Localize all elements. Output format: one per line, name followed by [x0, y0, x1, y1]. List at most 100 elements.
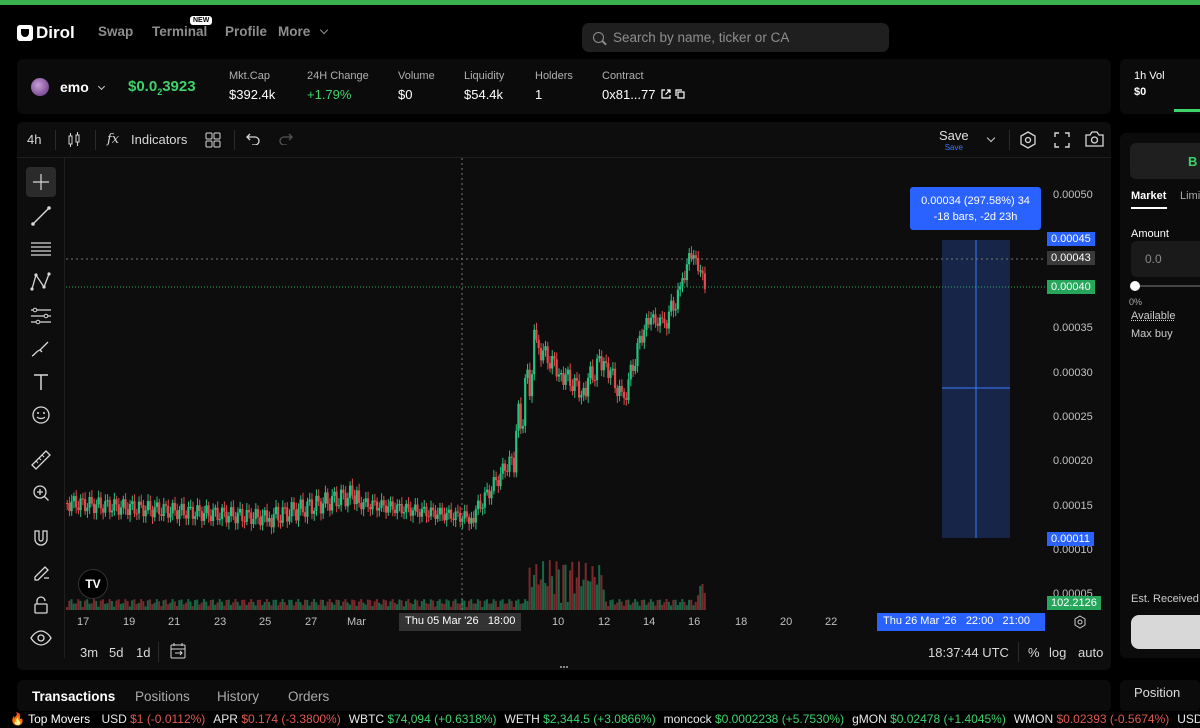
range-3m-button[interactable]: 3m: [80, 645, 98, 660]
brush-icon[interactable]: [26, 334, 56, 364]
logo[interactable]: Dirol: [17, 23, 75, 43]
nav-swap[interactable]: Swap: [98, 24, 133, 39]
amount-slider[interactable]: [1130, 281, 1200, 291]
top-nav: Dirol Swap Terminal NEW Profile More Sea…: [0, 5, 1200, 57]
nav-more[interactable]: More: [278, 24, 329, 39]
candle-body: [339, 489, 343, 506]
lock-draw-icon[interactable]: [26, 556, 56, 586]
nav-profile[interactable]: Profile: [225, 24, 267, 39]
crosshair-tool-icon[interactable]: [26, 167, 56, 197]
date-range-icon[interactable]: [169, 642, 187, 660]
parallel-lines-icon[interactable]: [26, 234, 56, 264]
range-5d-button[interactable]: 5d: [109, 645, 123, 660]
zoom-in-icon[interactable]: [26, 478, 56, 508]
candle-body: [544, 346, 547, 351]
tab-market[interactable]: Market: [1131, 190, 1166, 202]
slider-handle[interactable]: [1130, 281, 1140, 291]
ticker-item[interactable]: USDC $1 (-0.0: [1177, 711, 1200, 728]
ticker-price: $0.02478: [890, 712, 944, 726]
price-chart[interactable]: 0.00034 (297.58%) 34 -18 bars, -2d 23h 0…: [66, 158, 1111, 632]
buy-tab[interactable]: B: [1130, 143, 1200, 179]
volume-bar: [137, 602, 140, 610]
interval-button[interactable]: 4h: [27, 132, 41, 147]
ruler-icon[interactable]: [26, 445, 56, 475]
amount-field[interactable]: 0.0: [1131, 241, 1200, 277]
fullscreen-icon[interactable]: [1054, 132, 1070, 148]
candle-body: [115, 499, 118, 505]
lock-icon[interactable]: [26, 590, 56, 620]
emoji-icon[interactable]: [26, 400, 56, 430]
volume-bar: [328, 599, 331, 610]
ticker-change: (+3.0866%): [593, 712, 656, 726]
auto-toggle[interactable]: auto: [1078, 645, 1103, 660]
candles-icon[interactable]: [67, 132, 81, 148]
percent-toggle[interactable]: %: [1028, 645, 1040, 660]
vol-value: $0: [1134, 86, 1147, 98]
candle-body: [330, 495, 334, 511]
x-tick: 12: [598, 616, 611, 628]
magnet-icon[interactable]: [26, 523, 56, 553]
chevron-down-icon[interactable]: [986, 133, 996, 143]
candle-body: [663, 318, 666, 323]
slider-percent: 0%: [1129, 297, 1143, 307]
ticker-item[interactable]: gMON $0.02478 (+1.4045%): [852, 711, 1006, 728]
resize-handle[interactable]: [560, 666, 568, 668]
tab-limit[interactable]: Limi: [1180, 190, 1200, 202]
token-avatar: [31, 78, 49, 96]
eye-icon[interactable]: [26, 623, 56, 653]
range-1d-button[interactable]: 1d: [136, 645, 150, 660]
trend-line-icon[interactable]: [26, 201, 56, 231]
candle-body: [692, 255, 695, 259]
external-link-icon[interactable]: [661, 89, 671, 99]
ticker-item[interactable]: APR $0.174 (-3.3800%): [213, 711, 340, 728]
axis-settings-icon[interactable]: [1073, 615, 1087, 629]
redo-icon[interactable]: [279, 133, 293, 145]
log-toggle[interactable]: log: [1049, 645, 1066, 660]
copy-icon[interactable]: [675, 89, 685, 99]
candle-body: [533, 329, 536, 375]
camera-icon[interactable]: [1085, 131, 1104, 147]
volume-bar: [119, 603, 122, 610]
token-selector[interactable]: emo: [60, 79, 105, 95]
volume-bar: [521, 603, 524, 610]
measure-line1: 0.00034 (297.58%) 34: [921, 195, 1030, 207]
tab-positions[interactable]: Positions: [135, 689, 190, 704]
settings-icon[interactable]: [1019, 131, 1037, 149]
submit-button[interactable]: [1131, 615, 1200, 649]
search-input[interactable]: Search by name, ticker or CA: [582, 23, 889, 52]
candle-body: [537, 339, 540, 348]
candle-body: [503, 463, 507, 471]
candle-body: [189, 506, 192, 508]
text-tool-icon[interactable]: [26, 367, 56, 397]
ticker-item[interactable]: WBTC $74,094 (+0.6318%): [349, 711, 497, 728]
tab-orders[interactable]: Orders: [288, 689, 329, 704]
x-tick: 17: [77, 616, 90, 628]
candle-body: [155, 502, 159, 507]
top-movers-title[interactable]: 🔥 Top Movers: [10, 711, 90, 728]
candle-body: [546, 346, 549, 363]
layout-grid-icon[interactable]: [205, 132, 221, 148]
utc-clock[interactable]: 18:37:44 UTC: [928, 645, 1009, 660]
pattern-icon[interactable]: [26, 267, 56, 297]
volume-bar: [301, 605, 304, 610]
nav-terminal[interactable]: Terminal: [152, 24, 207, 39]
candle-body: [676, 289, 680, 310]
indicators-button[interactable]: Indicators: [131, 132, 187, 147]
candle-body: [418, 512, 421, 517]
tradingview-logo[interactable]: TV: [78, 569, 108, 599]
ticker-item[interactable]: moncock $0.0002238 (+5.7530%): [664, 711, 844, 728]
ticker-item[interactable]: WMON $0.02393 (-0.5674%): [1014, 711, 1169, 728]
fx-icon: fx: [107, 132, 120, 147]
ticker-item[interactable]: WETH $2,344.5 (+3.0866%): [505, 711, 656, 728]
candle-body: [353, 495, 356, 505]
candle-body: [207, 505, 210, 516]
undo-icon[interactable]: [246, 133, 260, 145]
candle-body: [584, 388, 587, 397]
volume-bar: [616, 602, 619, 610]
fib-tool-icon[interactable]: [26, 301, 56, 331]
save-button[interactable]: Save Save: [939, 128, 969, 152]
candle-body: [313, 510, 316, 514]
tab-history[interactable]: History: [217, 689, 259, 704]
ticker-item[interactable]: USD $1 (-0.0112%): [101, 711, 205, 728]
tab-transactions[interactable]: Transactions: [32, 689, 115, 704]
